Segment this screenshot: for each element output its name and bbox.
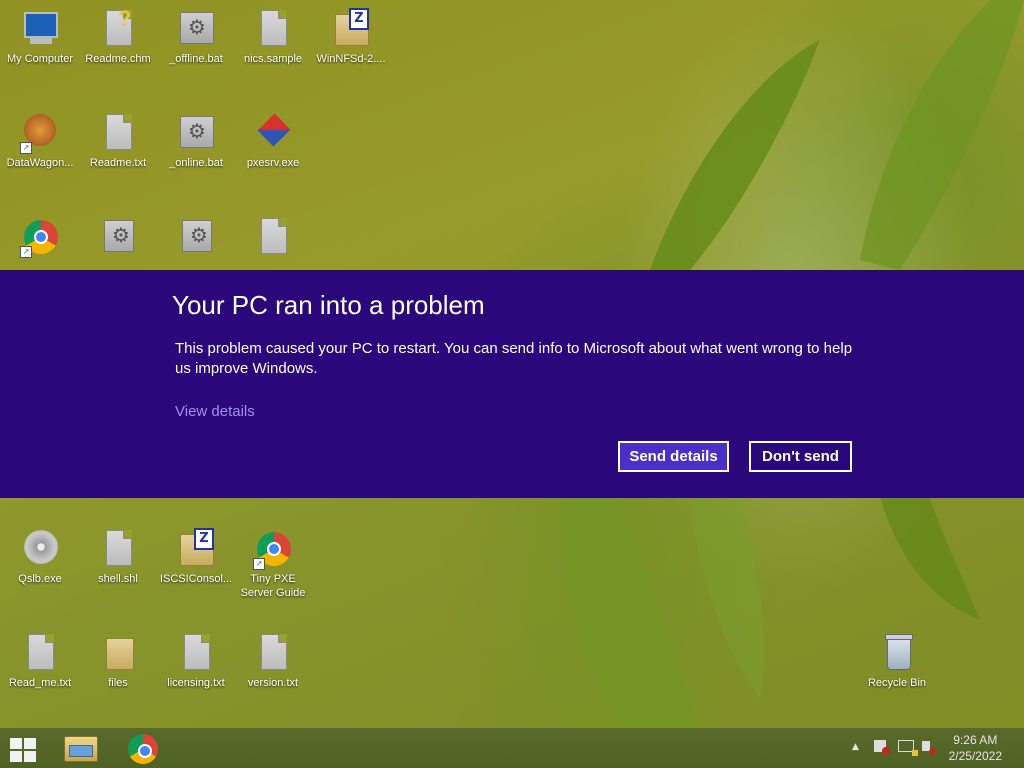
desktop-icon-files[interactable]: files (78, 632, 158, 690)
desktop-icon-label: ISCSIConsol... (159, 573, 233, 585)
pxesrv-app-icon (253, 112, 293, 154)
batch-file-icon (176, 8, 216, 50)
desktop-icon-label: files (108, 677, 128, 689)
text-file-icon (253, 632, 293, 674)
text-file-icon (20, 632, 60, 674)
desktop-icon-qslb[interactable]: Qslb.exe (0, 528, 80, 586)
view-details-link[interactable]: View details (175, 403, 255, 420)
dialog-message: This problem caused your PC to restart. … (175, 340, 853, 377)
desktop-icon-my-computer[interactable]: My Computer (0, 8, 80, 66)
desktop-icon-tiny-pxe-guide[interactable]: ↗ Tiny PXE Server Guide (233, 528, 313, 600)
settings-file-icon (98, 216, 138, 258)
desktop-icon-read-me-txt[interactable]: Read_me.txt (0, 632, 80, 690)
recycle-bin-icon (877, 632, 917, 674)
desktop-icon-label: version.txt (247, 677, 299, 689)
desktop-icon-datawagon[interactable]: ↗ DataWagon... (0, 112, 80, 170)
desktop-icon-iscsiconsole[interactable]: Z ISCSIConsol... (156, 528, 236, 586)
document-icon (253, 8, 293, 50)
start-button[interactable] (8, 732, 40, 764)
desktop-icon-online-bat[interactable]: _online.bat (156, 112, 236, 170)
taskbar-clock[interactable]: 9:26 AM 2/25/2022 (949, 732, 1002, 764)
desktop-icon-label: Qslb.exe (18, 573, 62, 585)
desktop-icon-text-file[interactable] (233, 216, 313, 258)
desktop-icon-chrome[interactable]: ↗ (0, 216, 80, 258)
zip-folder-icon: Z (176, 528, 216, 570)
desktop-icon-nics-sample[interactable]: nics.sample (233, 8, 313, 66)
desktop-icon-label: Read_me.txt (8, 677, 72, 689)
volume-muted-icon[interactable] (922, 740, 936, 755)
desktop-icon-gear-file-2[interactable] (156, 216, 236, 258)
error-dialog: Your PC ran into a problem This problem … (0, 270, 1024, 498)
desktop-icon-recycle-bin[interactable]: Recycle Bin (857, 632, 937, 690)
desktop-icon-label: Readme.txt (89, 157, 147, 169)
settings-file-icon (176, 216, 216, 258)
desktop-icon-label: _online.bat (169, 157, 223, 169)
desktop-icon-label: pxesrv.exe (246, 157, 300, 169)
taskbar-chrome[interactable] (126, 732, 162, 764)
desktop-icon-label: nics.sample (243, 53, 303, 65)
desktop-icon-readme-chm[interactable]: ? Readme.chm (78, 6, 158, 66)
folder-icon (98, 632, 138, 674)
help-file-icon: ? (98, 6, 138, 50)
desktop-icon-label: Recycle Bin (867, 677, 927, 689)
file-explorer-icon (64, 736, 98, 762)
dont-send-button[interactable]: Don't send (749, 441, 852, 472)
desktop-icon-label: Tiny PXE Server Guide (240, 573, 306, 599)
desktop-icon-shell-shl[interactable]: shell.shl (78, 528, 158, 586)
chrome-icon: ↗ (20, 216, 60, 258)
desktop-icon-label: licensing.txt (167, 677, 225, 689)
taskbar-file-explorer[interactable] (62, 732, 100, 764)
text-file-icon (98, 112, 138, 154)
send-details-button[interactable]: Send details (618, 441, 729, 472)
zip-folder-icon: Z (331, 8, 371, 50)
clock-time: 9:26 AM (953, 733, 998, 747)
desktop-icon-label: My Computer (6, 53, 74, 65)
desktop-icon-label: DataWagon... (6, 157, 74, 169)
desktop-icon-version-txt[interactable]: version.txt (233, 632, 313, 690)
document-icon (98, 528, 138, 570)
batch-file-icon (176, 112, 216, 154)
datawagon-app-icon: ↗ (20, 112, 60, 154)
action-center-flag-icon[interactable] (874, 740, 890, 755)
text-file-icon (253, 216, 293, 258)
windows-logo-icon (10, 738, 38, 762)
desktop-icon-label: _offline.bat (169, 53, 223, 65)
chrome-icon (128, 734, 158, 764)
disc-installer-icon (20, 528, 60, 570)
computer-icon (20, 8, 60, 50)
desktop-icon-label: Readme.chm (85, 53, 151, 65)
dialog-title: Your PC ran into a problem (172, 290, 485, 320)
desktop-icon-readme-txt[interactable]: Readme.txt (78, 112, 158, 170)
network-icon[interactable] (898, 740, 918, 756)
desktop-icon-label: shell.shl (98, 573, 138, 585)
desktop-icon-winnfsd[interactable]: Z WinNFSd-2.... (311, 8, 391, 66)
desktop-icon-offline-bat[interactable]: _offline.bat (156, 8, 236, 66)
desktop-icon-label: WinNFSd-2.... (316, 53, 386, 65)
desktop-icon-pxesrv[interactable]: pxesrv.exe (233, 112, 313, 170)
text-file-icon (176, 632, 216, 674)
clock-date: 2/25/2022 (948, 749, 1002, 763)
desktop-icon-licensing-txt[interactable]: licensing.txt (156, 632, 236, 690)
chrome-icon: ↗ (253, 528, 293, 570)
tray-overflow-button[interactable]: ▲ (852, 742, 859, 752)
desktop-icon-gear-file-1[interactable] (78, 216, 158, 258)
taskbar: ▲ 9:26 AM 2/25/2022 (0, 728, 1024, 768)
